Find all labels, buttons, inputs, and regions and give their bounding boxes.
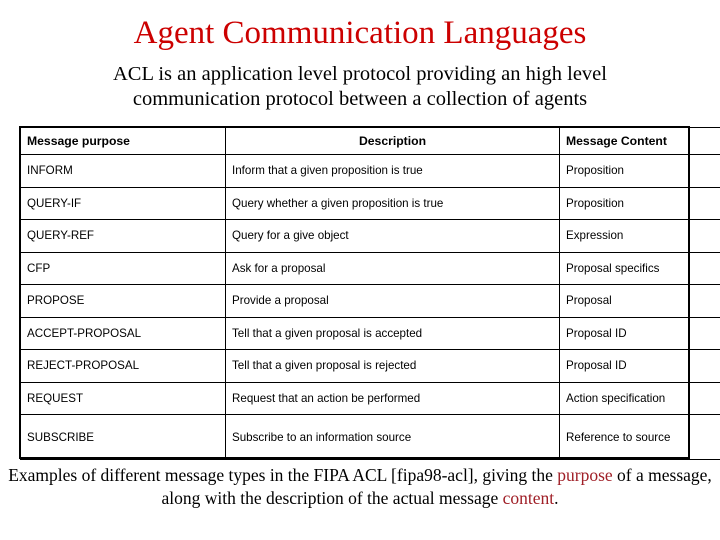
table-row: REQUEST Request that an action be perfor… [20,381,720,415]
subtitle-line-2: communication protocol between a collect… [132,88,588,110]
cell-description: Tell that a given proposal is accepted [225,316,560,350]
column-header-message-purpose: Message purpose [20,127,226,155]
table-header-row: Message purpose Description Message Cont… [20,127,720,155]
cell-message-purpose: QUERY-IF [20,186,226,220]
footer-highlight-content: content [502,488,555,508]
table-row: INFORM Inform that a given proposition i… [20,154,720,188]
cell-message-content: Action specification [559,381,720,415]
cell-message-content: Proposition [559,186,720,220]
cell-description: Tell that a given proposal is rejected [225,349,560,383]
table-row: REJECT-PROPOSAL Tell that a given propos… [20,349,720,383]
table-row: QUERY-REF Query for a give object Expres… [20,219,720,253]
footer-text-part-3: . [554,488,559,508]
subtitle-line-1: ACL is an application level protocol pro… [113,63,607,85]
cell-message-content: Reference to source [559,414,720,460]
cell-message-purpose: REQUEST [20,381,226,415]
cell-message-purpose: ACCEPT-PROPOSAL [20,316,226,350]
table-row: PROPOSE Provide a proposal Proposal [20,284,720,318]
cell-message-purpose: REJECT-PROPOSAL [20,349,226,383]
table-row: SUBSCRIBE Subscribe to an information so… [20,414,720,460]
cell-description: Ask for a proposal [225,251,560,285]
footer-text-part-1: Examples of different message types in t… [8,465,558,485]
cell-description: Subscribe to an information source [225,414,560,460]
subtitle: ACL is an application level protocol pro… [26,62,694,112]
cell-message-content: Proposal [559,284,720,318]
cell-message-purpose: SUBSCRIBE [20,414,226,460]
cell-message-content: Proposal ID [559,349,720,383]
cell-message-content: Proposal specifics [559,251,720,285]
cell-message-content: Proposition [559,154,720,188]
footer-caption: Examples of different message types in t… [6,464,714,510]
cell-description: Request that an action be performed [225,381,560,415]
table-row: QUERY-IF Query whether a given propositi… [20,186,720,220]
table-row: CFP Ask for a proposal Proposal specific… [20,251,720,285]
cell-description: Provide a proposal [225,284,560,318]
cell-message-purpose: QUERY-REF [20,219,226,253]
footer-highlight-purpose: purpose [557,465,613,485]
table-header: Message purpose Description Message Cont… [20,127,720,155]
column-header-description: Description [225,127,560,155]
slide: Agent Communication Languages ACL is an … [0,0,720,540]
cell-description: Inform that a given proposition is true [225,154,560,188]
column-header-message-content: Message Content [559,127,720,155]
table-row: ACCEPT-PROPOSAL Tell that a given propos… [20,316,720,350]
cell-description: Query whether a given proposition is tru… [225,186,560,220]
acl-message-table: Message purpose Description Message Cont… [20,127,720,460]
cell-message-content: Expression [559,219,720,253]
cell-message-purpose: CFP [20,251,226,285]
table-body: INFORM Inform that a given proposition i… [20,154,720,460]
page-title: Agent Communication Languages [133,15,587,51]
cell-description: Query for a give object [225,219,560,253]
cell-message-purpose: PROPOSE [20,284,226,318]
cell-message-purpose: INFORM [20,154,226,188]
cell-message-content: Proposal ID [559,316,720,350]
